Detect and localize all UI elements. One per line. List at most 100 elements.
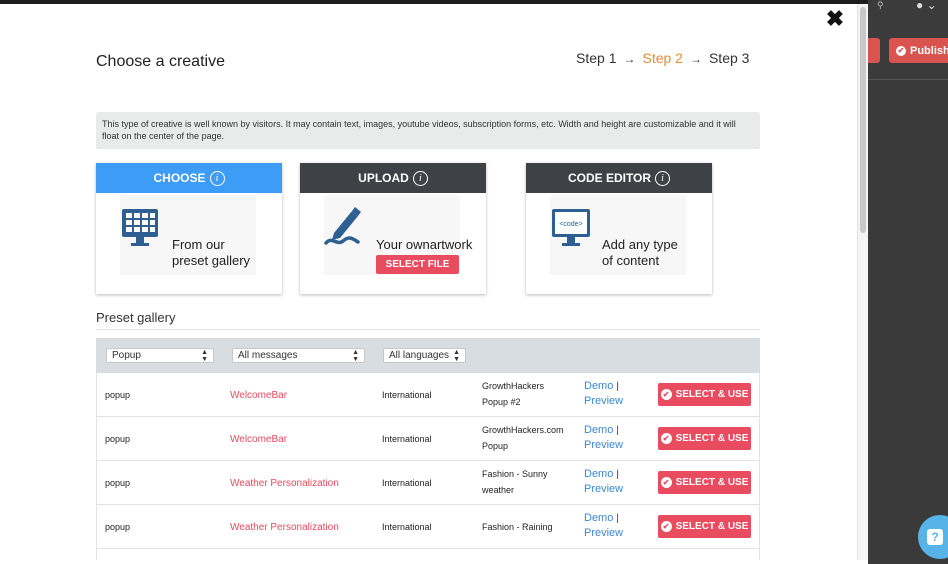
row-title-line2: weather [482, 485, 515, 495]
link-separator: | [616, 469, 620, 480]
row-title-line2: Popup #2 [482, 397, 521, 407]
upload-card-line1: Your ownartwork [376, 237, 473, 252]
info-icon[interactable]: i [655, 170, 671, 186]
info-icon[interactable]: i [209, 170, 225, 186]
demo-link[interactable]: Demo [584, 424, 613, 436]
select-arrows-icon: ▲ ▼ [201, 348, 208, 363]
close-icon[interactable]: ✖ [823, 7, 847, 31]
row-title-line1: Fashion - Sunny [482, 469, 548, 479]
choose-card-title: CHOOSE [153, 171, 206, 185]
select-and-use-button[interactable]: ✔ SELECT & USE [658, 427, 751, 450]
preset-gallery-title: Preset gallery [96, 310, 176, 325]
gallery-monitor-icon [122, 209, 158, 246]
row-name-link[interactable]: Weather Personalization [230, 522, 339, 533]
row-title-line1: Fashion - Raining [482, 522, 553, 532]
row-demo-links: Demo | Preview [584, 511, 623, 541]
select-and-use-button[interactable]: ✔ SELECT & USE [658, 471, 751, 494]
row-name-link[interactable]: Weather Personalization [230, 478, 339, 489]
code-monitor-icon: <code> [552, 209, 590, 246]
link-separator: | [616, 513, 620, 524]
step-3: Step 3 [708, 50, 750, 66]
upload-card[interactable]: UPLOAD i Your ownartwork SELECT FILE [300, 163, 486, 294]
demo-link[interactable]: Demo [584, 512, 613, 524]
row-region: International [382, 434, 432, 444]
table-border [759, 373, 760, 560]
modal-title: Choose a creative [96, 53, 225, 70]
select-and-use-label: SELECT & USE [675, 477, 749, 488]
row-title: Fashion - Sunny weather [482, 466, 574, 498]
pen-icon [324, 207, 361, 245]
row-name-link[interactable]: WelcomeBar [230, 390, 287, 401]
choose-creative-modal: ✖ Choose a creative Step 1 → Step 2 → St… [0, 4, 868, 564]
link-separator: | [616, 425, 620, 436]
row-region: International [382, 478, 432, 488]
background-action-button[interactable] [866, 38, 880, 63]
pin-icon: ⚲ [877, 0, 884, 10]
app-background-panel [868, 0, 948, 564]
check-icon: ✔ [660, 521, 672, 532]
modal-scrollbar[interactable] [857, 4, 868, 560]
code-editor-card-line1: Add any type [602, 237, 678, 252]
code-editor-card[interactable]: CODE EDITOR i <code> Add any type of con… [526, 163, 712, 294]
publish-button[interactable]: ✔ Publish [889, 38, 948, 63]
messages-filter-value: All messages [238, 350, 298, 361]
preview-link[interactable]: Preview [584, 482, 623, 497]
select-and-use-button[interactable]: ✔ SELECT & USE [658, 383, 751, 406]
row-title-line2: Popup [482, 441, 509, 451]
demo-link[interactable]: Demo [584, 468, 613, 480]
select-and-use-label: SELECT & USE [675, 433, 749, 444]
check-icon: ✔ [660, 389, 672, 400]
row-type: popup [105, 390, 131, 400]
code-editor-card-header[interactable]: CODE EDITOR i [526, 163, 712, 193]
creative-description: This type of creative is well known by v… [96, 112, 760, 149]
type-filter-value: Popup [112, 350, 141, 361]
info-icon[interactable]: i [412, 170, 428, 186]
check-icon: ✔ [660, 477, 672, 488]
upload-card-header[interactable]: UPLOAD i [300, 163, 486, 193]
scrollbar-thumb[interactable] [860, 7, 866, 233]
step-indicator: Step 1 → Step 2 → Step 3 [576, 50, 749, 68]
code-editor-card-line2: of content [602, 253, 660, 268]
table-row: popup Weather Personalization Internatio… [96, 505, 760, 549]
row-title: GrowthHackers Popup #2 [482, 378, 574, 410]
row-title: GrowthHackers.com Popup [482, 422, 574, 454]
select-and-use-label: SELECT & USE [675, 389, 749, 400]
row-name-link[interactable]: WelcomeBar [230, 434, 287, 445]
choose-card[interactable]: CHOOSE i From our preset gallery [96, 163, 282, 294]
preview-link[interactable]: Preview [584, 394, 623, 409]
choose-card-line1: From our [172, 237, 225, 252]
preset-gallery-table: popup WelcomeBar International GrowthHac… [96, 373, 760, 557]
row-title-line1: GrowthHackers [482, 381, 545, 391]
step-1: Step 1 [576, 50, 617, 66]
row-region: International [382, 522, 432, 532]
code-tag-text: <code> [559, 221, 582, 228]
row-region: International [382, 390, 432, 400]
preview-link[interactable]: Preview [584, 526, 623, 541]
messages-filter-select[interactable]: All messages ▲ ▼ [232, 348, 365, 363]
section-divider [96, 329, 760, 330]
check-icon: ✔ [660, 433, 672, 444]
user-icon: ● ⌄ [916, 0, 937, 12]
languages-filter-select[interactable]: All languages ▲ ▼ [383, 348, 466, 363]
row-demo-links: Demo | Preview [584, 423, 623, 453]
chat-question-icon: ? [927, 529, 943, 545]
select-arrows-icon: ▲ ▼ [352, 348, 359, 363]
upload-card-title: UPLOAD [358, 171, 409, 185]
row-type: popup [105, 522, 131, 532]
row-demo-links: Demo | Preview [584, 467, 623, 497]
step-2-active: Step 2 [642, 50, 683, 66]
choose-card-line2: preset gallery [172, 253, 251, 268]
row-type: popup [105, 478, 131, 488]
select-file-button[interactable]: SELECT FILE [376, 255, 459, 274]
check-icon: ✔ [896, 45, 906, 56]
select-and-use-label: SELECT & USE [675, 521, 749, 532]
row-type: popup [105, 434, 131, 444]
choose-card-header[interactable]: CHOOSE i [96, 163, 282, 193]
preview-link[interactable]: Preview [584, 438, 623, 453]
select-and-use-button[interactable]: ✔ SELECT & USE [658, 515, 751, 538]
table-border [96, 373, 97, 560]
table-row [96, 549, 760, 557]
demo-link[interactable]: Demo [584, 380, 613, 392]
type-filter-select[interactable]: Popup ▲ ▼ [106, 348, 214, 363]
row-title-line1: GrowthHackers.com [482, 425, 564, 435]
